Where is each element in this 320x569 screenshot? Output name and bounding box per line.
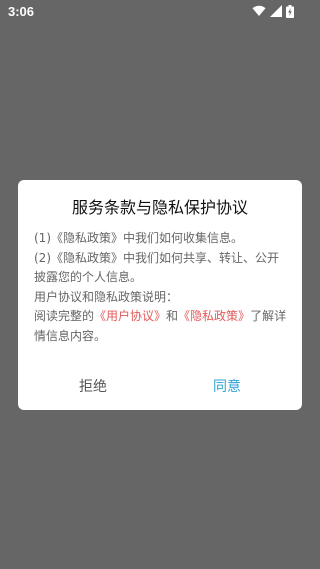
wifi-icon [252,5,266,17]
status-icons [252,4,294,18]
dialog-body: (1)《隐私政策》中我们如何收集信息。 (2)《隐私政策》中我们如何共享、转让、… [34,229,288,347]
agreement-explanation-line: 用户协议和隐私政策说明： [34,289,179,304]
battery-charging-icon [286,4,294,18]
agree-button[interactable]: 同意 [167,376,287,396]
read-full-prefix: 阅读完整的 [34,309,95,324]
cellular-signal-icon [270,5,282,17]
share-info-line: (2)《隐私政策》中我们如何共享、转让、公开披露您的个人信息。 [34,250,279,285]
status-bar: 3:06 [0,0,320,24]
privacy-policy-link[interactable]: 《隐私政策》 [178,309,250,323]
status-time: 3:06 [8,4,35,19]
and-text: 和 [166,309,179,324]
dialog-title: 服务条款与隐私保护协议 [71,198,248,217]
reject-button[interactable]: 拒绝 [33,376,153,396]
user-agreement-link[interactable]: 《用户协议》 [94,309,166,323]
dialog-actions: 拒绝 同意 [18,376,302,396]
read-full-line: 阅读完整的《用户协议》和《隐私政策》了解详情信息内容。 [34,307,288,346]
privacy-agreement-dialog: 服务条款与隐私保护协议 (1)《隐私政策》中我们如何收集信息。 (2)《隐私政策… [18,180,302,410]
collect-info-line: (1)《隐私政策》中我们如何收集信息。 [34,231,243,245]
